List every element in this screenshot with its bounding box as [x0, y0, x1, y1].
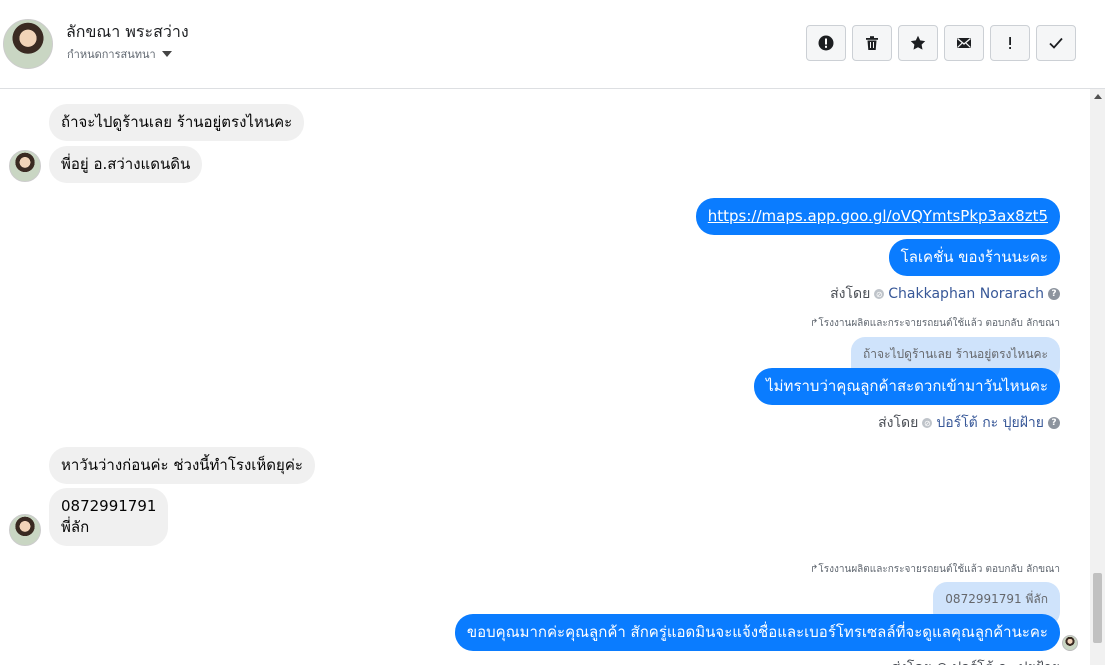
star-button[interactable]	[898, 25, 938, 61]
avatar[interactable]	[9, 150, 41, 182]
conversation-settings-label: กำหนดการสนทนา	[67, 48, 156, 61]
sent-by-label: ส่งโดย	[878, 415, 919, 431]
sent-by-label: ส่งโดย	[830, 286, 871, 302]
reply-info: ↱โรงงานผลิตและกระจายรถยนต์ใช้แล้ว ตอบกลั…	[809, 318, 1060, 329]
scrollbar-thumb[interactable]	[1093, 573, 1102, 643]
help-icon[interactable]: ?	[1048, 288, 1060, 300]
caret-down-icon	[161, 51, 172, 57]
trash-icon	[866, 36, 878, 50]
important-button[interactable]	[990, 25, 1030, 61]
conversation-header: ลักขณา พระสว่าง กำหนดการสนทนา	[0, 0, 1105, 89]
help-icon[interactable]: ?	[1048, 417, 1060, 429]
envelope-icon	[957, 37, 971, 48]
message-line: 0872991791	[61, 497, 157, 515]
reply-info-text: โรงงานผลิตและกระจายรถยนต์ใช้แล้ว ตอบกลับ…	[818, 564, 1060, 575]
message-bubble[interactable]: พี่อยู่ อ.สว่างแดนดิน	[49, 146, 203, 183]
seen-avatar	[1062, 635, 1078, 651]
conversation-settings[interactable]: กำหนดการสนทนา	[67, 45, 172, 63]
message-bubble[interactable]: โลเคชั่น ของร้านนะคะ	[888, 239, 1060, 276]
star-icon	[910, 35, 926, 50]
message-bubble[interactable]: หาวันว่างก่อนค่ะ ช่วงนี้ทำโรงเห็ดยุค่ะ	[49, 447, 315, 484]
exclamation-icon	[1009, 37, 1011, 49]
message-bubble[interactable]: ถ้าจะไปดูร้านเลย ร้านอยู่ตรงไหนคะ	[49, 104, 305, 141]
scrollbar[interactable]	[1090, 89, 1105, 665]
toolbar	[806, 25, 1076, 61]
mail-button[interactable]	[944, 25, 984, 61]
message-bubble[interactable]: 0872991791 พี่ลัก	[49, 488, 169, 546]
scroll-up-icon[interactable]	[1094, 94, 1102, 99]
done-button[interactable]	[1036, 25, 1076, 61]
message-thread: ถ้าจะไปดูร้านเลย ร้านอยู่ตรงไหนคะ พี่อยู…	[0, 89, 1090, 665]
delete-button[interactable]	[852, 25, 892, 61]
avatar[interactable]	[9, 514, 41, 546]
contact-name[interactable]: ลักขณา พระสว่าง	[66, 20, 189, 45]
sender-name[interactable]: Chakkaphan Norarach	[888, 286, 1044, 302]
block-icon: ⊘	[874, 289, 885, 299]
sender-name[interactable]: ปอร์โต้ กะ ปุยฝ้าย	[936, 412, 1044, 434]
check-icon	[1049, 37, 1063, 49]
reply-info-text: โรงงานผลิตและกระจายรถยนต์ใช้แล้ว ตอบกลับ…	[818, 318, 1060, 329]
message-line: พี่ลัก	[61, 518, 90, 536]
message-bubble[interactable]: ขอบคุณมากค่ะคุณลูกค้า สักครู่แอดมินจะแจ้…	[454, 614, 1060, 651]
map-link[interactable]: https://maps.app.goo.gl/oVQYmtsPkp3ax8zt…	[708, 207, 1048, 225]
alert-icon	[818, 35, 834, 51]
reply-info: ↱โรงงานผลิตและกระจายรถยนต์ใช้แล้ว ตอบกลั…	[809, 564, 1060, 575]
message-bubble-link[interactable]: https://maps.app.goo.gl/oVQYmtsPkp3ax8zt…	[695, 198, 1060, 235]
sent-by: ส่งโดย ⊘ ปอร์โต้ กะ ปุยฝ้าย	[891, 657, 1060, 665]
block-icon: ⊘	[922, 418, 933, 428]
avatar[interactable]	[3, 19, 53, 69]
message-bubble[interactable]: ไม่ทราบว่าคุณลูกค้าสะดวกเข้ามาวันไหนคะ	[754, 368, 1060, 405]
report-button[interactable]	[806, 25, 846, 61]
sent-by: ส่งโดย ⊘ ปอร์โต้ กะ ปุยฝ้าย ?	[878, 412, 1060, 434]
sent-by: ส่งโดย ⊘ Chakkaphan Norarach ?	[830, 283, 1060, 305]
